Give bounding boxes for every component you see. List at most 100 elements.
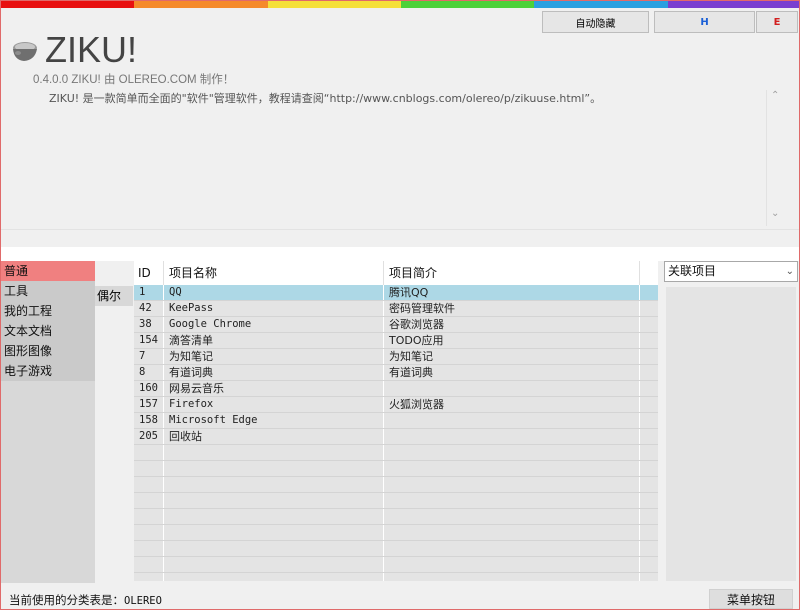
- table-header: ID 项目名称 项目简介: [134, 261, 658, 285]
- table-row[interactable]: 8 有道词典 有道词典: [134, 365, 658, 381]
- table-row[interactable]: 158 Microsoft Edge: [134, 413, 658, 429]
- cell-filler: [640, 365, 658, 380]
- cell-desc: 腾讯QQ: [384, 285, 640, 300]
- cell-name: Microsoft Edge: [164, 413, 384, 428]
- cell-desc: 火狐浏览器: [384, 397, 640, 412]
- cell-id: 158: [134, 413, 164, 428]
- table-rows: 1 QQ 腾讯QQ 42 KeePass 密码管理软件 38 Google Ch…: [134, 285, 658, 581]
- table-row[interactable]: 154 滴答清单 TODO应用: [134, 333, 658, 349]
- description-text: ZIKU! 是一款简单而全面的"软件"管理软件，教程请查阅“http://www…: [49, 92, 602, 105]
- status-prefix: 当前使用的分类表是：: [9, 593, 124, 607]
- cell-id: 42: [134, 301, 164, 316]
- cell-desc: [384, 381, 640, 396]
- occasional-tab[interactable]: 偶尔: [95, 286, 133, 306]
- table-row[interactable]: 1 QQ 腾讯QQ: [134, 285, 658, 301]
- cell-name: KeePass: [164, 301, 384, 316]
- table-empty-row: [134, 525, 658, 541]
- related-items-select[interactable]: 关联项目 ⌄: [664, 261, 798, 282]
- cell-name: Google Chrome: [164, 317, 384, 332]
- category-item-projects[interactable]: 我的工程: [1, 301, 95, 321]
- cell-desc: 为知笔记: [384, 349, 640, 364]
- rainbow-segment-yellow: [267, 1, 401, 8]
- description-scrollbar[interactable]: ⌃ ⌄: [766, 90, 784, 226]
- status-value: OLEREO: [124, 595, 162, 607]
- table-row[interactable]: 157 Firefox 火狐浏览器: [134, 397, 658, 413]
- table-empty-row: [134, 509, 658, 525]
- column-header-desc[interactable]: 项目简介: [384, 261, 640, 285]
- rainbow-segment-orange: [134, 1, 268, 8]
- scroll-down-icon[interactable]: ⌄: [771, 208, 779, 219]
- cell-name: QQ: [164, 285, 384, 300]
- cell-id: 160: [134, 381, 164, 396]
- table-row[interactable]: 42 KeePass 密码管理软件: [134, 301, 658, 317]
- table-row[interactable]: 205 回收站: [134, 429, 658, 445]
- h-button[interactable]: H: [654, 11, 755, 33]
- cell-id: 38: [134, 317, 164, 332]
- table-empty-row: [134, 461, 658, 477]
- stone-bowl-icon: [13, 42, 37, 61]
- cell-name: 有道词典: [164, 365, 384, 380]
- category-item-text-docs[interactable]: 文本文档: [1, 321, 95, 341]
- project-table: ID 项目名称 项目简介 1 QQ 腾讯QQ 42 KeePass 密码管理软件…: [134, 261, 658, 581]
- e-button[interactable]: E: [756, 11, 798, 33]
- cell-filler: [640, 397, 658, 412]
- rainbow-bar: [1, 1, 799, 8]
- cell-id: 1: [134, 285, 164, 300]
- cell-id: 8: [134, 365, 164, 380]
- table-empty-row: [134, 573, 658, 581]
- table-empty-row: [134, 445, 658, 461]
- category-item-normal[interactable]: 普通: [1, 261, 95, 281]
- scroll-up-icon[interactable]: ⌃: [771, 90, 779, 101]
- table-empty-row: [134, 493, 658, 509]
- category-item-tools[interactable]: 工具: [1, 281, 95, 301]
- app-title: ZIKU!: [45, 29, 138, 70]
- menu-button[interactable]: 菜单按钮: [709, 589, 793, 609]
- table-row[interactable]: 160 网易云音乐: [134, 381, 658, 397]
- rainbow-segment-purple: [667, 1, 799, 8]
- chevron-down-icon: ⌄: [785, 266, 794, 277]
- auto-hide-button[interactable]: 自动隐藏: [542, 11, 649, 33]
- rainbow-segment-red: [1, 1, 135, 8]
- related-items-list[interactable]: [666, 287, 796, 581]
- status-bar: 当前使用的分类表是：OLEREO: [9, 592, 162, 608]
- cell-name: 网易云音乐: [164, 381, 384, 396]
- table-empty-row: [134, 557, 658, 573]
- column-header-name[interactable]: 项目名称: [164, 261, 384, 285]
- cell-filler: [640, 333, 658, 348]
- table-empty-row: [134, 541, 658, 557]
- app-window: 自动隐藏 H E ZIKU! 0.4.0.0 ZIKU! 由 OLEREO.CO…: [0, 0, 800, 610]
- table-row[interactable]: 7 为知笔记 为知笔记: [134, 349, 658, 365]
- cell-filler: [640, 285, 658, 300]
- rainbow-segment-blue: [534, 1, 668, 8]
- column-header-id[interactable]: ID: [134, 261, 164, 285]
- cell-id: 205: [134, 429, 164, 444]
- cell-desc: [384, 413, 640, 428]
- category-item-games[interactable]: 电子游戏: [1, 361, 95, 381]
- cell-filler: [640, 301, 658, 316]
- cell-filler: [640, 381, 658, 396]
- cell-name: 滴答清单: [164, 333, 384, 348]
- rainbow-segment-green: [400, 1, 535, 8]
- auto-hide-label: 自动隐藏: [575, 18, 616, 30]
- menu-button-label: 菜单按钮: [726, 592, 775, 607]
- cell-desc: TODO应用: [384, 333, 640, 348]
- table-empty-row: [134, 477, 658, 493]
- e-label: E: [773, 16, 781, 28]
- cell-name: 为知笔记: [164, 349, 384, 364]
- cell-desc: 谷歌浏览器: [384, 317, 640, 332]
- cell-desc: 密码管理软件: [384, 301, 640, 316]
- header-divider: [1, 229, 799, 230]
- h-label: H: [700, 16, 709, 28]
- tab-band: [1, 247, 799, 261]
- category-item-graphics[interactable]: 图形图像: [1, 341, 95, 361]
- cell-filler: [640, 317, 658, 332]
- cell-name: 回收站: [164, 429, 384, 444]
- related-items-value: 关联项目: [668, 264, 717, 278]
- cell-id: 7: [134, 349, 164, 364]
- cell-id: 154: [134, 333, 164, 348]
- version-line: 0.4.0.0 ZIKU! 由 OLEREO.COM 制作！: [33, 74, 235, 86]
- cell-filler: [640, 413, 658, 428]
- table-row[interactable]: 38 Google Chrome 谷歌浏览器: [134, 317, 658, 333]
- cell-filler: [640, 429, 658, 444]
- cell-desc: 有道词典: [384, 365, 640, 380]
